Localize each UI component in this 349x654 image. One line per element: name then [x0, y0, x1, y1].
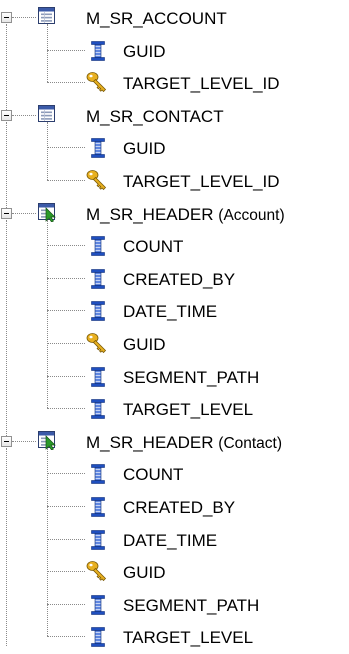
column-name: COUNT [123, 237, 184, 257]
tree-connector-line [47, 24, 48, 83]
tree-node-column[interactable]: DATE_TIME [0, 524, 349, 557]
tree-connector-line [12, 17, 36, 18]
tree-connector-line [6, 121, 7, 208]
tree-node-key-column[interactable]: GUID [0, 556, 349, 589]
tree-connector-line [6, 24, 7, 110]
tree-node-table[interactable]: M_SR_HEADER (Contact) [0, 426, 349, 459]
table-name-label: M_SR_HEADER (Contact) [86, 432, 282, 455]
tree-node-column[interactable]: TARGET_LEVEL [0, 621, 349, 654]
collapse-toggle[interactable] [1, 109, 12, 121]
column-name: SEGMENT_PATH [123, 595, 260, 615]
tree-node-table[interactable]: M_SR_ACCOUNT [0, 2, 349, 35]
column-name: COUNT [123, 465, 184, 485]
tree-connector-line [6, 219, 7, 436]
tree-connector-line [47, 506, 85, 507]
table-alias: (Contact) [218, 434, 283, 452]
column-name: CREATED_BY [123, 498, 236, 517]
table-name: M_SR_HEADER [86, 204, 214, 224]
column-name: GUID [123, 563, 166, 583]
column-name: TARGET_LEVEL [123, 628, 254, 648]
collapse-toggle[interactable] [1, 435, 12, 447]
tree-node-column[interactable]: COUNT [0, 230, 349, 263]
column-name: DATE_TIME [123, 530, 218, 550]
column-name: GUID [123, 41, 166, 61]
tree-node-key-column[interactable]: GUID [0, 328, 349, 361]
column-icon [91, 529, 105, 550]
tree-node-column[interactable]: CREATED_BY [0, 491, 349, 524]
tree-connector-line [47, 49, 85, 51]
table-name-label: M_SR_ACCOUNT [86, 8, 227, 30]
key-icon [86, 561, 107, 582]
column-icon [91, 594, 105, 615]
tree-connector-line [47, 375, 85, 377]
tree-node-column[interactable]: TARGET_LEVEL [0, 393, 349, 426]
column-name: GUID [123, 139, 166, 159]
tree-node-column[interactable]: DATE_TIME [0, 295, 349, 328]
table-icon [38, 7, 55, 24]
column-icon [91, 138, 105, 159]
schema-tree: M_SR_ACCOUNT GUID TARGET_LEVEL_ID M_SR_CONT… [0, 0, 349, 647]
tree-connector-line [47, 121, 48, 180]
table-name: M_SR_CONTACT [86, 106, 224, 126]
tree-connector-line [47, 219, 48, 409]
table-name: M_SR_HEADER [86, 432, 214, 452]
tree-node-key-column[interactable]: TARGET_LEVEL_ID [0, 67, 349, 100]
tree-connector-line [47, 245, 85, 247]
table-alias: (Account) [218, 206, 285, 224]
tree-connector-line [47, 277, 85, 279]
tree-connector-line [47, 571, 85, 573]
key-icon [86, 333, 107, 354]
tree-connector-line [47, 473, 85, 475]
tree-node-column[interactable]: GUID [0, 132, 349, 165]
column-name: SEGMENT_PATH [123, 367, 260, 387]
tree-connector-line [47, 310, 85, 312]
column-name: TARGET_LEVEL [123, 400, 254, 420]
tree-node-key-column[interactable]: TARGET_LEVEL_ID [0, 165, 349, 198]
column-icon [91, 366, 105, 387]
column-name: DATE_TIME [123, 302, 218, 322]
column-icon [91, 497, 105, 517]
column-name: GUID [123, 335, 166, 354]
tree-node-table[interactable]: M_SR_HEADER (Account) [0, 198, 349, 231]
column-icon [91, 301, 105, 322]
tree-connector-line [6, 447, 7, 646]
tree-node-column[interactable]: COUNT [0, 458, 349, 491]
tree-connector-line [47, 603, 85, 605]
tree-connector-line [47, 538, 85, 540]
tree-node-column[interactable]: CREATED_BY [0, 263, 349, 296]
tree-node-table[interactable]: M_SR_CONTACT [0, 100, 349, 133]
tree-connector-line [47, 180, 85, 181]
table-icon [38, 104, 55, 122]
column-icon [91, 399, 105, 419]
collapse-toggle[interactable] [1, 12, 12, 23]
tree-connector-line [47, 147, 85, 149]
tree-connector-line [12, 212, 36, 214]
tree-connector-line [12, 440, 36, 442]
column-icon [91, 40, 105, 61]
tree-connector-line [47, 447, 48, 637]
tree-connector-line [47, 636, 85, 638]
tree-node-column[interactable]: GUID [0, 35, 349, 68]
column-name: CREATED_BY [123, 269, 236, 289]
column-icon [91, 464, 105, 485]
column-name: TARGET_LEVEL_ID [123, 74, 280, 94]
tree-connector-line [12, 114, 36, 116]
tree-connector-line [47, 82, 85, 84]
tree-connector-line [47, 408, 85, 410]
table-name-label: M_SR_CONTACT [86, 106, 224, 128]
collapse-toggle[interactable] [1, 207, 12, 219]
tree-connector-line [47, 343, 85, 344]
key-icon [86, 170, 107, 191]
tree-node-column[interactable]: SEGMENT_PATH [0, 361, 349, 394]
table-name-label: M_SR_HEADER (Account) [86, 204, 285, 227]
key-icon [86, 72, 107, 93]
column-name: TARGET_LEVEL_ID [123, 172, 280, 191]
table-name: M_SR_ACCOUNT [86, 9, 227, 28]
column-icon [91, 268, 105, 289]
column-icon [91, 627, 105, 648]
column-icon [91, 236, 105, 256]
tree-node-column[interactable]: SEGMENT_PATH [0, 589, 349, 622]
